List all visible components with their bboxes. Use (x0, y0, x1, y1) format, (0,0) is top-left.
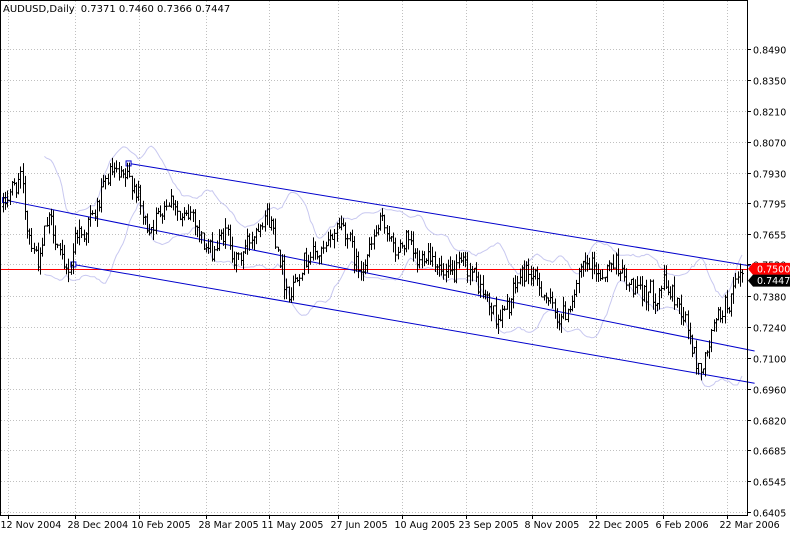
y-tick-label: 0.7100 (753, 355, 786, 366)
x-tick-label: 6 Feb 2006 (656, 520, 709, 531)
x-tick-label: 22 Dec 2005 (589, 520, 650, 531)
y-tick-label: 0.8070 (753, 139, 786, 150)
y-tick-label: 0.7240 (753, 324, 786, 335)
y-tick-label: 0.7930 (753, 170, 786, 181)
x-tick-label: 10 Aug 2005 (395, 520, 456, 531)
symbol-timeframe: AUDUSD,Daily (3, 4, 75, 15)
y-tick-label: 0.8490 (753, 46, 786, 57)
y-tick-label: 0.7380 (753, 293, 786, 304)
x-tick-label: 12 Nov 2004 (1, 520, 62, 531)
y-tick-label: 0.6545 (753, 478, 786, 489)
hline-price-tag-label: 0.7500 (757, 264, 790, 275)
chart-container[interactable]: 0.8490 0.8350 0.8210 0.8070 0.7930 0.7795 0.76… (0, 0, 790, 534)
price-tags: 0.75000.7447 (748, 262, 790, 287)
x-tick-label: 11 May 2005 (262, 520, 324, 531)
x-tick-label: 22 Mar 2006 (720, 520, 780, 531)
y-tick-label: 0.6820 (753, 417, 786, 428)
chart-header: AUDUSD,Daily 0.7371 0.7460 0.7366 0.7447 (3, 4, 230, 15)
channel-anchor-handle[interactable] (125, 160, 132, 167)
x-tick-label: 23 Sep 2005 (459, 520, 519, 531)
x-tick-label: 8 Nov 2005 (525, 520, 580, 531)
last-price-tag-label: 0.7447 (757, 276, 790, 287)
y-tick-label: 0.7655 (753, 231, 786, 242)
y-tick-label: 0.6405 (753, 509, 786, 520)
y-tick-label: 0.6685 (753, 447, 786, 458)
y-tick-label: 0.8350 (753, 77, 786, 88)
price-chart[interactable]: 0.8490 0.8350 0.8210 0.8070 0.7930 0.7795 0.76… (0, 0, 790, 534)
y-tick-label: 0.6960 (753, 386, 786, 397)
x-tick-label: 28 Dec 2004 (68, 520, 129, 531)
hline-price-tag: 0.7500 (748, 262, 790, 275)
x-tick-label: 10 Feb 2005 (132, 520, 191, 531)
y-tick-label: 0.7795 (753, 200, 786, 211)
last-price-tag: 0.7447 (748, 274, 790, 287)
x-tick-label: 28 Mar 2005 (199, 520, 259, 531)
y-tick-label: 0.8210 (753, 108, 786, 119)
ohlc-values: 0.7371 0.7460 0.7366 0.7447 (81, 4, 231, 15)
x-tick-label: 27 Jun 2005 (331, 520, 388, 531)
